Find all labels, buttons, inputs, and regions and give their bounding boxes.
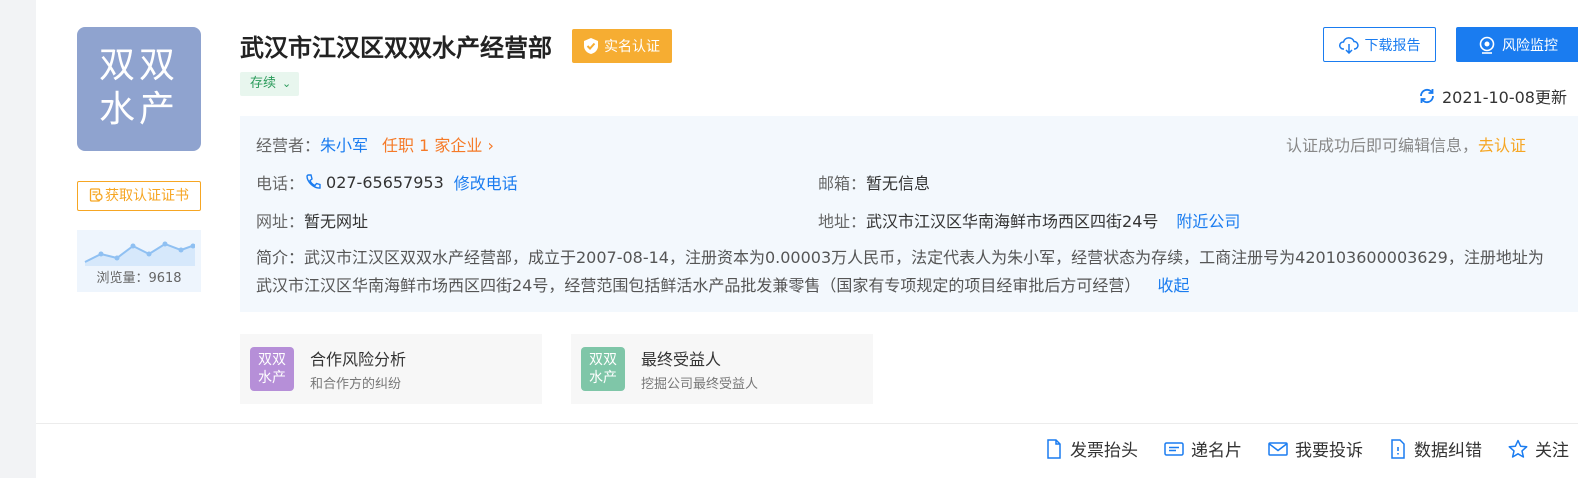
email-row: 邮箱： 暂无信息: [818, 170, 930, 194]
chevron-down-icon: ⌄: [282, 77, 292, 90]
download-report-button[interactable]: 下载报告: [1323, 27, 1436, 62]
download-report-label: 下载报告: [1364, 37, 1421, 54]
invoice-header-button[interactable]: 发票抬头: [1045, 436, 1138, 461]
address-label: 地址：: [818, 212, 867, 231]
cooperation-risk-logo: 双双 水产: [250, 347, 294, 391]
refresh-icon: [1420, 88, 1434, 104]
operator-label: 经营者：: [256, 136, 321, 155]
monitor-eye-icon: [1479, 36, 1495, 54]
operator-positions-label: 任职 1 家企业: [382, 136, 483, 155]
company-logo: 双双 水产: [77, 27, 201, 151]
go-verify-link[interactable]: 去认证: [1478, 132, 1526, 156]
get-certificate-label: 获取认证证书: [105, 188, 189, 204]
phone-row: 电话： 027-65657953 修改电话: [256, 170, 518, 194]
phone-label: 电话：: [256, 174, 305, 193]
beneficiary-card[interactable]: 双双 水产 最终受益人 挖掘公司最终受益人: [571, 334, 873, 404]
document-alert-icon: [1391, 438, 1405, 459]
email-label: 邮箱：: [818, 174, 867, 193]
info-panel: 经营者： 朱小军 任职 1 家企业 › 认证成功后即可编辑信息， 去认证 电话：…: [240, 116, 1578, 312]
phone-value: 027-65657953: [326, 172, 444, 192]
nearby-companies-link[interactable]: 附近公司: [1176, 208, 1240, 232]
data-correction-button[interactable]: 数据纠错: [1389, 436, 1482, 461]
description-text: 简介：武汉市江汉区双双水产经营部，成立于2007-08-14，注册资本为0.00…: [256, 248, 1544, 295]
update-date-label: 2021-10-08更新: [1442, 88, 1567, 107]
risk-monitor-label: 风险监控: [1502, 37, 1558, 54]
mini-logo-line1: 双双: [258, 352, 286, 368]
beneficiary-subtitle: 挖掘公司最终受益人: [641, 377, 759, 392]
cooperation-risk-card[interactable]: 双双 水产 合作风险分析 和合作方的纠纷: [240, 334, 542, 404]
cooperation-risk-subtitle: 和合作方的纠纷: [310, 377, 402, 392]
address-row: 地址： 武汉市江汉区华南海鲜市场西区四街24号 附近公司: [818, 208, 1240, 232]
mail-icon: [1268, 441, 1288, 456]
title-row: 武汉市江汉区双双水产经营部 实名认证: [240, 28, 672, 63]
business-card-label: 递名片: [1191, 441, 1242, 461]
website-row: 网址： 暂无网址: [256, 208, 368, 232]
certificate-icon: [89, 188, 103, 202]
logo-line1: 双双: [98, 45, 179, 86]
company-header-card: 双双 水产 获取认证证书 浏览量：9618 武汉市江汉区双双水产经营部 实名认证…: [36, 0, 1578, 478]
business-card-button[interactable]: 递名片: [1164, 436, 1242, 461]
update-date[interactable]: 2021-10-08更新: [1418, 84, 1567, 108]
document-icon: [1047, 438, 1061, 459]
status-tag[interactable]: 存续 ⌄: [240, 72, 300, 96]
get-certificate-button[interactable]: 获取认证证书: [77, 181, 201, 211]
mini-logo-line2: 水产: [589, 370, 617, 386]
chevron-right-icon: ›: [482, 136, 494, 155]
invoice-header-label: 发票抬头: [1070, 441, 1138, 461]
data-correction-label: 数据纠错: [1414, 441, 1482, 461]
complaint-label: 我要投诉: [1295, 441, 1363, 461]
address-value: 武汉市江汉区华南海鲜市场西区四街24号: [866, 212, 1159, 231]
collapse-link[interactable]: 收起: [1157, 276, 1189, 295]
risk-monitor-button[interactable]: 风险监控: [1456, 27, 1578, 62]
shield-check-icon: [584, 37, 598, 54]
operator-name-link[interactable]: 朱小军: [320, 132, 368, 156]
website-label: 网址：: [256, 212, 305, 231]
operator-positions-link[interactable]: 任职 1 家企业 ›: [382, 132, 494, 156]
operator-row: 经营者： 朱小军 任职 1 家企业 ›: [256, 132, 494, 156]
edit-hint-text: 认证成功后即可编辑信息，: [1286, 136, 1479, 155]
phone-icon: [306, 174, 321, 189]
email-value: 暂无信息: [866, 174, 931, 193]
mini-logo-line2: 水产: [258, 370, 286, 386]
follow-label: 关注: [1535, 441, 1569, 461]
mini-logo-line1: 双双: [589, 352, 617, 368]
views-count: 浏览量：9618: [96, 271, 182, 286]
follow-button[interactable]: 关注: [1508, 436, 1569, 461]
company-name: 武汉市江汉区双双水产经营部: [240, 34, 552, 62]
id-card-icon: [1164, 441, 1184, 456]
footer-divider: [36, 423, 1578, 424]
trend-sparkline-icon: [84, 241, 195, 266]
verified-label: 实名认证: [604, 38, 660, 55]
beneficiary-logo: 双双 水产: [581, 347, 625, 391]
views-panel: 浏览量：9618: [77, 230, 201, 292]
company-description: 简介：武汉市江汉区双双水产经营部，成立于2007-08-14，注册资本为0.00…: [256, 244, 1556, 300]
logo-line2: 水产: [98, 89, 179, 130]
cooperation-risk-title: 合作风险分析: [310, 350, 407, 369]
verified-badge[interactable]: 实名认证: [572, 28, 672, 63]
star-icon: [1508, 439, 1528, 458]
status-label: 存续: [250, 76, 277, 91]
edit-phone-link[interactable]: 修改电话: [454, 170, 518, 194]
cloud-download-icon: [1338, 36, 1359, 54]
footer-actions: 发票抬头 递名片 我要投诉 数据纠错 关注: [1045, 436, 1569, 461]
website-value: 暂无网址: [304, 212, 369, 231]
complaint-button[interactable]: 我要投诉: [1268, 436, 1363, 461]
edit-hint-row: 认证成功后即可编辑信息， 去认证: [1286, 132, 1526, 156]
beneficiary-title: 最终受益人: [641, 350, 722, 369]
